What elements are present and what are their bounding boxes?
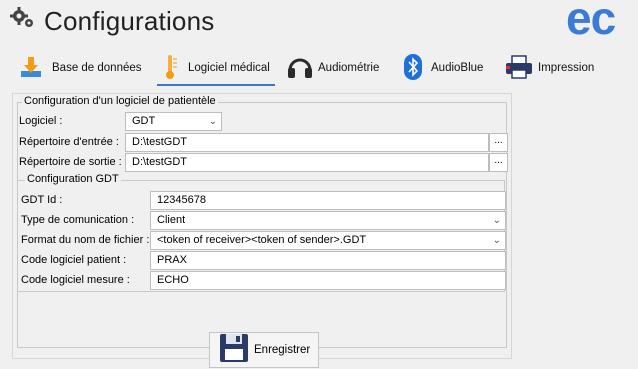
tab-logiciel-medical[interactable]: Logiciel médical	[160, 48, 270, 88]
file-format-value: <token of receiver><token of sender>.GDT	[157, 234, 367, 246]
comm-type-select[interactable]: Client ⌄	[150, 211, 506, 230]
file-format-select[interactable]: <token of receiver><token of sender>.GDT…	[150, 231, 506, 250]
headphones-icon	[286, 54, 314, 83]
tab-bar: Base de données Logiciel médical Audiomé…	[0, 48, 638, 88]
gdt-id-label: GDT Id :	[21, 194, 63, 206]
input-dir-field[interactable]: D:\testGDT	[125, 133, 489, 152]
tab-label: Logiciel médical	[188, 62, 270, 74]
output-dir-label: Répertoire de sortie :	[19, 156, 122, 168]
save-button-label: Enregistrer	[254, 344, 311, 356]
browse-output-dir-button[interactable]: ...	[489, 153, 508, 172]
logiciel-value: GDT	[132, 115, 156, 127]
save-button[interactable]: Enregistrer	[209, 332, 319, 368]
patient-code-field[interactable]: PRAX	[150, 251, 506, 270]
download-icon	[18, 54, 44, 83]
browse-input-dir-button[interactable]: ...	[489, 133, 508, 152]
logiciel-select[interactable]: GDT ⌄	[125, 112, 222, 131]
comm-type-label: Type de comunication :	[21, 214, 135, 226]
tab-audiometrie[interactable]: Audiométrie	[286, 48, 379, 88]
tab-impression[interactable]: Impression	[504, 48, 594, 88]
printer-icon	[504, 54, 534, 83]
floppy-disk-icon	[218, 332, 250, 369]
comm-type-value: Client	[157, 214, 186, 226]
chevron-down-icon: ⌄	[492, 215, 501, 226]
chevron-down-icon: ⌄	[208, 116, 217, 127]
settings-panel: Configuration d'un logiciel de patientèl…	[12, 93, 512, 359]
output-dir-field[interactable]: D:\testGDT	[125, 153, 489, 172]
tab-label: Base de données	[52, 62, 142, 74]
tab-audioblue[interactable]: AudioBlue	[403, 48, 483, 88]
gear-icon	[9, 6, 37, 30]
gdt-group-legend: Configuration GDT	[25, 173, 121, 186]
input-dir-label: Répertoire d'entrée :	[19, 136, 119, 148]
tab-label: Impression	[538, 62, 595, 74]
patient-code-label: Code logiciel patient :	[21, 254, 127, 266]
gdt-id-field[interactable]: 12345678	[150, 191, 506, 210]
bluetooth-icon	[403, 53, 423, 84]
page-title: Configurations	[44, 6, 215, 36]
thermometer-icon	[160, 53, 180, 84]
measure-code-label: Code logiciel mesure :	[21, 274, 130, 286]
active-tab-indicator	[157, 84, 275, 86]
measure-code-field[interactable]: ECHO	[150, 271, 506, 290]
tab-label: AudioBlue	[431, 62, 484, 74]
config-group-legend: Configuration d'un logiciel de patientèl…	[22, 95, 218, 108]
brand-logo: ec	[566, 0, 616, 36]
logiciel-label: Logiciel :	[19, 115, 63, 127]
tab-base-de-donnees[interactable]: Base de données	[18, 48, 142, 88]
file-format-label: Format du nom de fichier :	[21, 234, 150, 246]
tab-label: Audiométrie	[318, 62, 380, 74]
chevron-down-icon: ⌄	[492, 235, 501, 246]
